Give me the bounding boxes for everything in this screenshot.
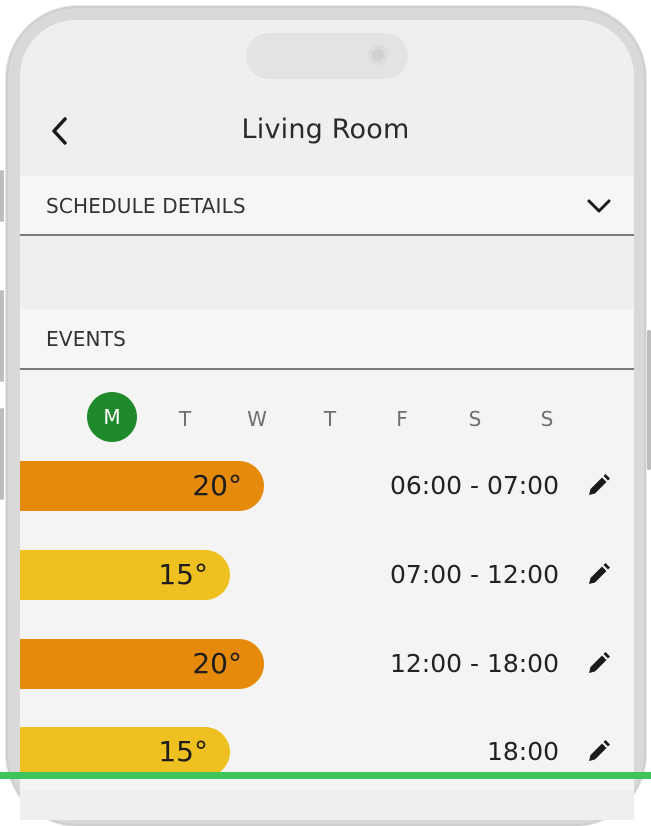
events-header: EVENTS	[20, 309, 634, 370]
side-button	[0, 408, 4, 500]
pencil-icon[interactable]	[585, 739, 611, 765]
day-sunday[interactable]: S	[522, 396, 572, 442]
pencil-icon[interactable]	[585, 651, 611, 677]
event-time-range: 06:00 - 07:00	[389, 471, 559, 500]
day-saturday[interactable]: S	[450, 396, 500, 442]
schedule-details-label: SCHEDULE DETAILS	[46, 194, 246, 218]
event-temp-bar[interactable]: 20°	[20, 639, 264, 689]
schedule-details-header[interactable]: SCHEDULE DETAILS	[20, 176, 634, 236]
event-temp-bar[interactable]: 15°	[20, 727, 230, 777]
side-button	[0, 290, 4, 382]
event-time-range: 07:00 - 12:00	[389, 560, 559, 589]
day-friday[interactable]: F	[377, 396, 427, 442]
events-label: EVENTS	[46, 327, 127, 351]
day-wednesday[interactable]: W	[232, 396, 282, 442]
event-temp-bar[interactable]: 20°	[20, 461, 264, 511]
day-monday[interactable]: M	[87, 392, 137, 442]
pencil-icon[interactable]	[585, 473, 611, 499]
page-title: Living Room	[241, 114, 410, 145]
camera-icon	[368, 45, 388, 65]
day-tuesday[interactable]: T	[160, 396, 210, 442]
event-time-range: 12:00 - 18:00	[389, 649, 559, 678]
event-temp-bar[interactable]: 15°	[20, 550, 230, 600]
pencil-icon[interactable]	[585, 562, 611, 588]
side-button	[0, 170, 4, 222]
day-thursday[interactable]: T	[305, 396, 355, 442]
bottom-accent-bar	[0, 772, 651, 779]
event-time-range: 18:00	[486, 737, 559, 766]
side-button	[647, 330, 651, 470]
chevron-down-icon[interactable]	[586, 198, 612, 214]
